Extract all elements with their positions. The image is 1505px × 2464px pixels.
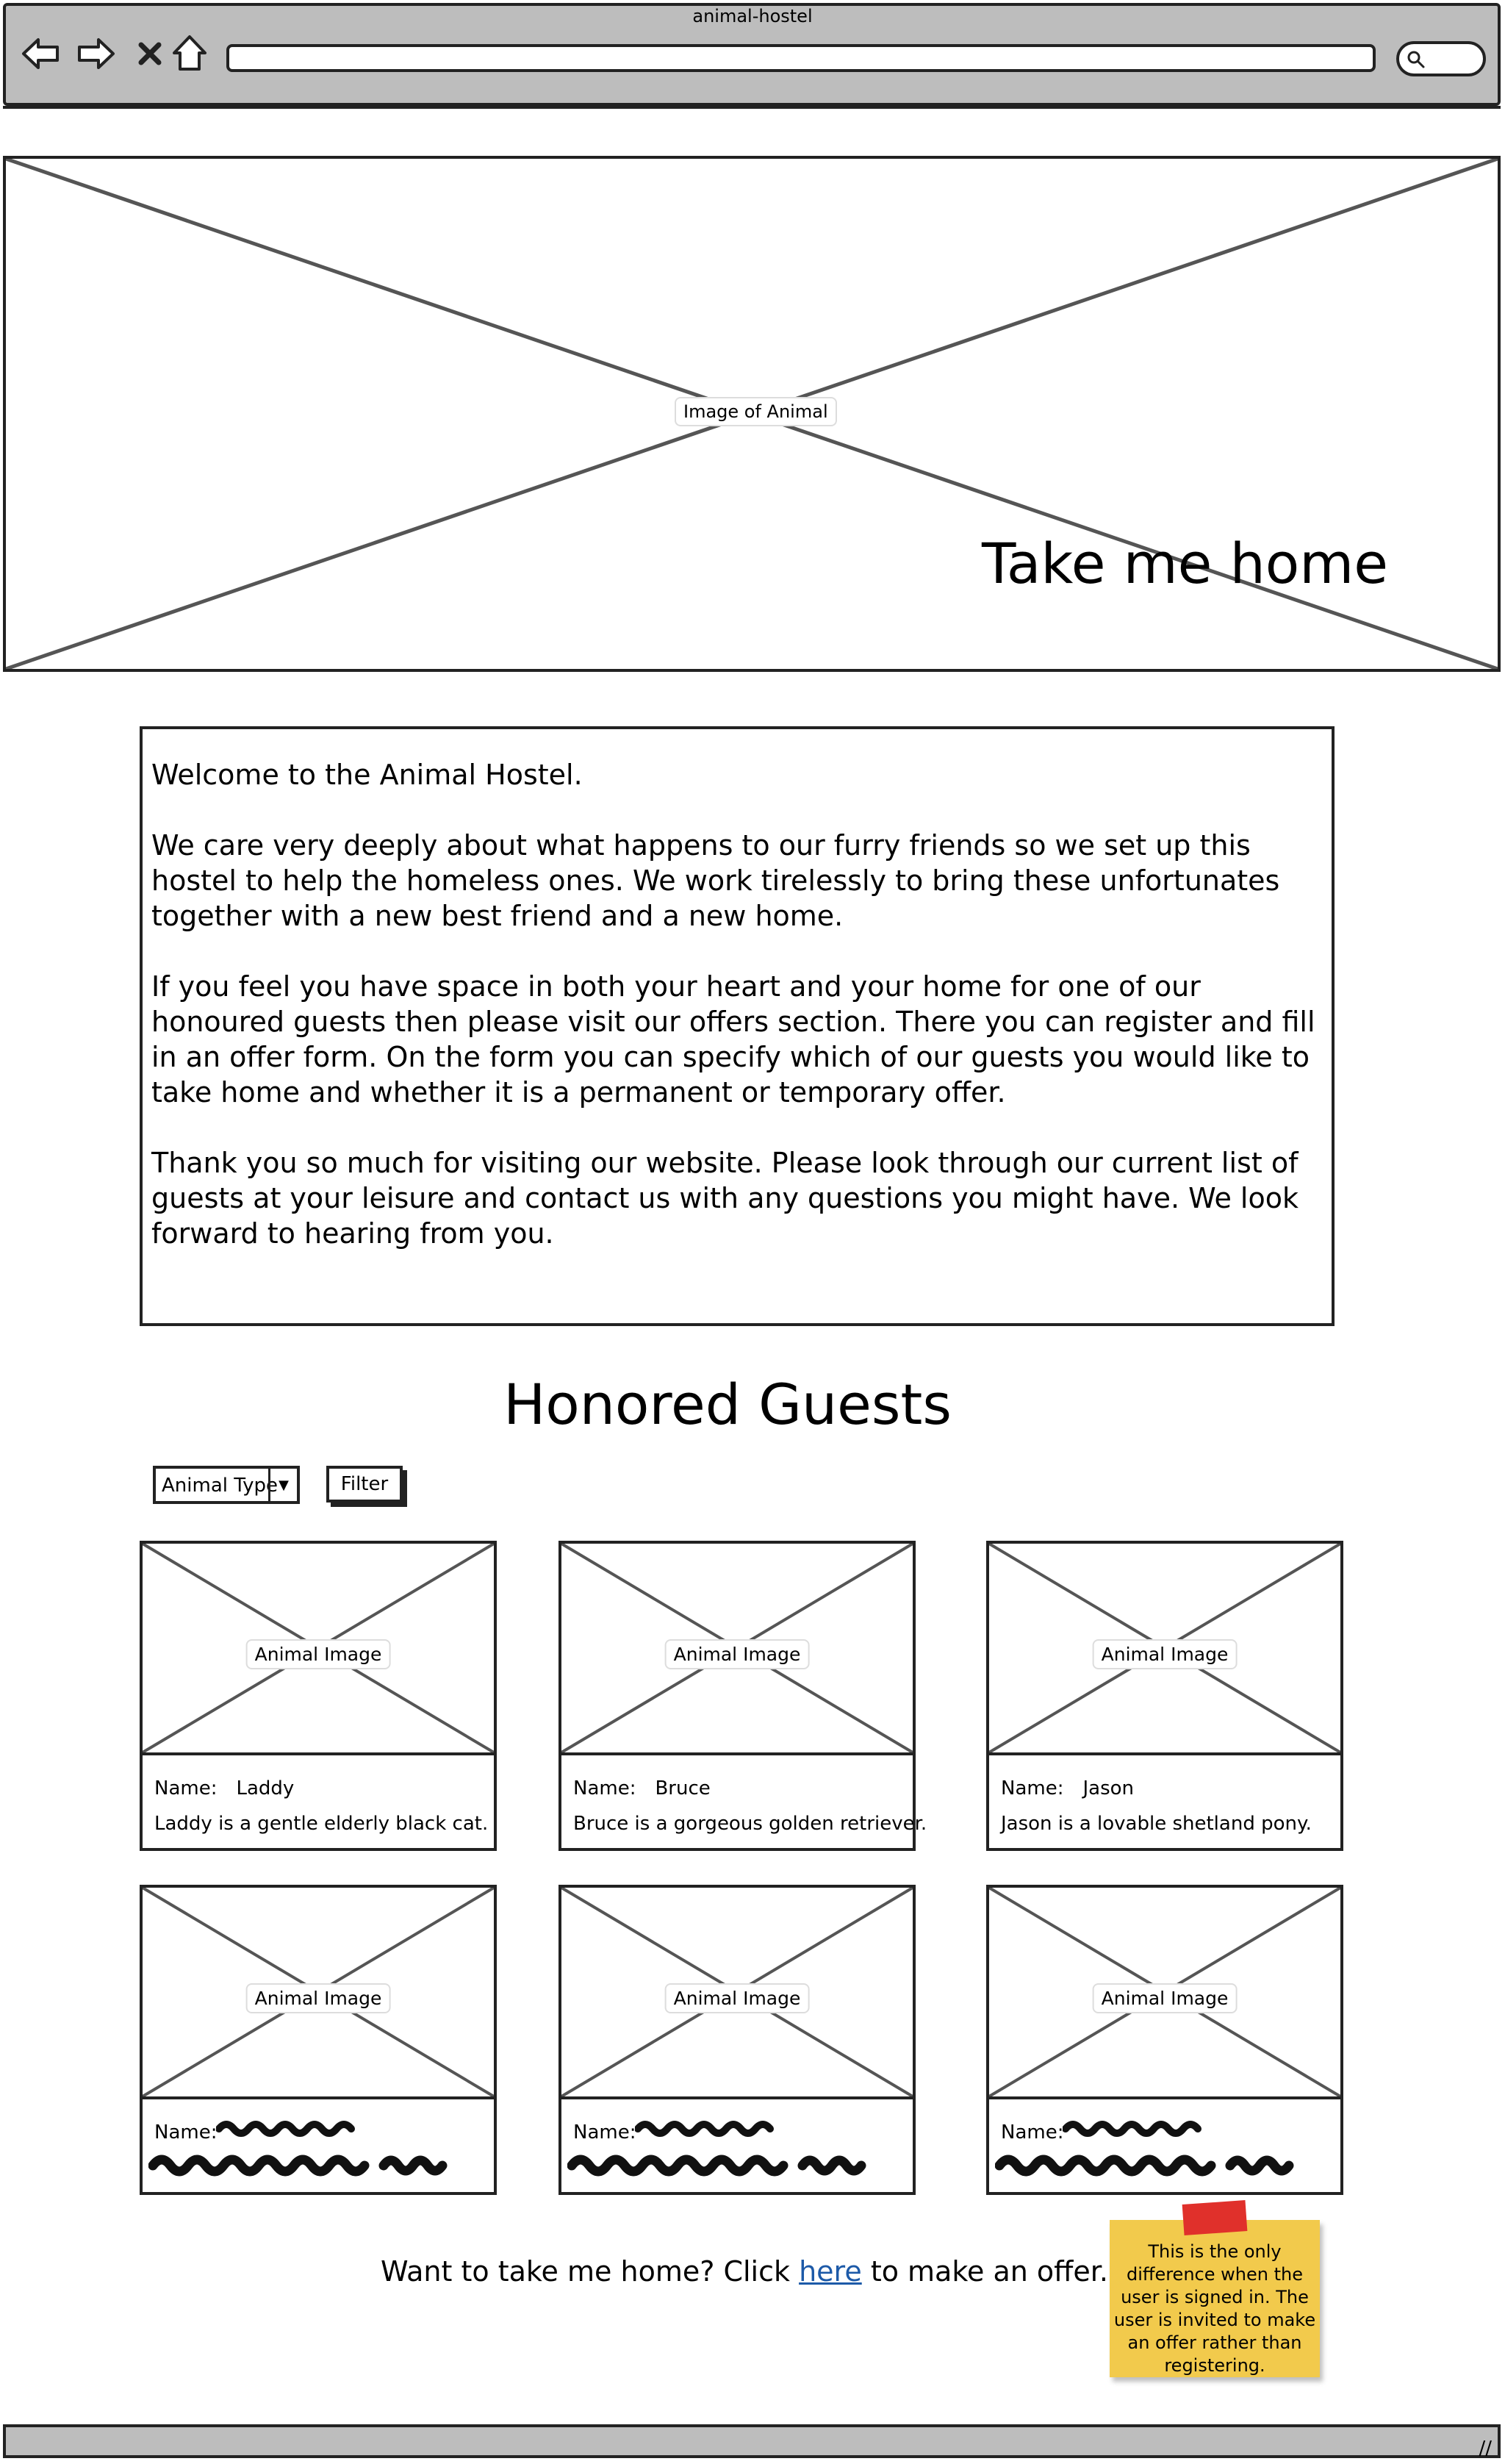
welcome-paragraph: If you feel you have space in both your … bbox=[151, 970, 1315, 1109]
name-label: Name: bbox=[1001, 1777, 1064, 1799]
search-input[interactable] bbox=[1396, 41, 1486, 76]
welcome-text-box: Welcome to the Animal Hostel. We care ve… bbox=[140, 726, 1335, 1326]
back-icon[interactable] bbox=[19, 29, 63, 78]
animal-image-label: Animal Image bbox=[1092, 1983, 1238, 2013]
toolbar-divider bbox=[3, 106, 1501, 109]
offer-prompt: Want to take me home? Click here to make… bbox=[381, 2255, 1108, 2288]
guest-name: Name: Laddy bbox=[154, 1777, 294, 1799]
url-input[interactable] bbox=[226, 44, 1376, 72]
animal-image-placeholder: Animal Image bbox=[561, 1888, 913, 2099]
section-title: Honored Guests bbox=[503, 1372, 952, 1437]
close-icon[interactable] bbox=[128, 29, 172, 78]
filter-button[interactable]: Filter bbox=[326, 1466, 403, 1503]
guest-card[interactable]: Animal Image Name: bbox=[986, 1885, 1343, 2195]
animal-image-label: Animal Image bbox=[664, 1639, 810, 1669]
sticky-note: This is the only difference when the use… bbox=[1110, 2220, 1320, 2377]
redacted-description-scribble bbox=[995, 2155, 1294, 2177]
animal-image-placeholder: Animal Image bbox=[143, 1888, 494, 2099]
guest-name: Name: Bruce bbox=[573, 1777, 711, 1799]
welcome-paragraph: Thank you so much for visiting our websi… bbox=[151, 1147, 1299, 1250]
hero-title: Take me home bbox=[982, 531, 1389, 596]
name-label: Name: bbox=[154, 2121, 218, 2144]
redacted-description-scribble bbox=[148, 2155, 448, 2177]
animal-type-select[interactable]: Animal Type ▼ bbox=[153, 1466, 300, 1504]
resize-handle-icon[interactable]: // bbox=[1479, 2438, 1492, 2460]
offer-prompt-prefix: Want to take me home? Click bbox=[381, 2255, 800, 2288]
animal-image-placeholder: Animal Image bbox=[989, 1888, 1340, 2099]
home-icon[interactable] bbox=[168, 29, 212, 78]
welcome-paragraph: Welcome to the Animal Hostel. bbox=[151, 759, 583, 791]
guest-name: Name: Jason bbox=[1001, 1777, 1134, 1799]
animal-image-placeholder: Animal Image bbox=[143, 1544, 494, 1755]
chevron-down-icon: ▼ bbox=[268, 1469, 297, 1501]
animal-image-label: Animal Image bbox=[245, 1983, 391, 2013]
search-icon bbox=[1407, 51, 1425, 68]
forward-icon[interactable] bbox=[73, 29, 118, 78]
redacted-name-scribble bbox=[635, 2121, 774, 2137]
name-label: Name: bbox=[154, 1777, 218, 1799]
guest-description: Bruce is a gorgeous golden retriever. bbox=[573, 1813, 927, 1835]
animal-type-select-value: Animal Type bbox=[162, 1475, 278, 1497]
redacted-name-scribble bbox=[1063, 2121, 1202, 2137]
guest-description: Laddy is a gentle elderly black cat. bbox=[154, 1813, 489, 1835]
animal-image-placeholder: Animal Image bbox=[561, 1544, 913, 1755]
name-label: Name: bbox=[573, 1777, 636, 1799]
guest-card[interactable]: Animal Image Name: Laddy Laddy is a gentle … bbox=[140, 1541, 497, 1851]
hero-image-label: Image of Animal bbox=[675, 397, 837, 426]
redacted-description-scribble bbox=[567, 2155, 866, 2177]
guest-name-value: Laddy bbox=[236, 1777, 295, 1799]
guest-card[interactable]: Animal Image Name: Jason Jason is a lovable… bbox=[986, 1541, 1343, 1851]
guest-card[interactable]: Animal Image Name: bbox=[558, 1885, 916, 2195]
name-label: Name: bbox=[1001, 2121, 1064, 2144]
sticky-tape bbox=[1182, 2200, 1248, 2235]
animal-image-label: Animal Image bbox=[245, 1639, 391, 1669]
status-bar bbox=[3, 2424, 1501, 2458]
guest-name-value: Bruce bbox=[655, 1777, 711, 1799]
offer-prompt-suffix: to make an offer. bbox=[861, 2255, 1108, 2288]
window-title: animal-hostel bbox=[692, 6, 813, 26]
animal-image-placeholder: Animal Image bbox=[989, 1544, 1340, 1755]
redacted-name-scribble bbox=[216, 2121, 355, 2137]
guest-name-value: Jason bbox=[1082, 1777, 1135, 1799]
offer-link[interactable]: here bbox=[799, 2255, 862, 2288]
guest-card[interactable]: Animal Image Name: Bruce Bruce is a gorgeou… bbox=[558, 1541, 927, 1851]
guest-card[interactable]: Animal Image Name: bbox=[140, 1885, 497, 2195]
guest-description: Jason is a lovable shetland pony. bbox=[1001, 1813, 1312, 1835]
animal-image-label: Animal Image bbox=[664, 1983, 810, 2013]
name-label: Name: bbox=[573, 2121, 636, 2144]
animal-image-label: Animal Image bbox=[1092, 1639, 1238, 1669]
welcome-paragraph: We care very deeply about what happens t… bbox=[151, 829, 1280, 932]
